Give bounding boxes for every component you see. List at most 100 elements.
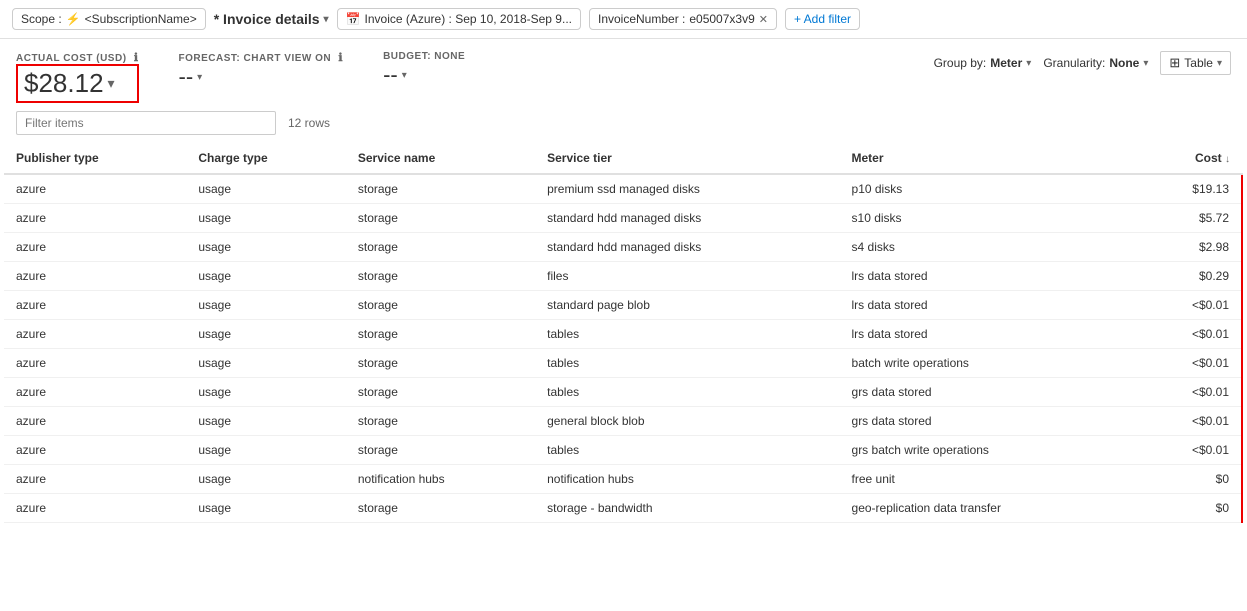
chevron-down-icon: ▾ [197, 72, 202, 83]
table-row: azureusagestoragepremium ssd managed dis… [4, 174, 1242, 204]
budget-label: BUDGET: NONE [383, 51, 465, 62]
forecast-label: FORECAST: CHART VIEW ON ℹ [179, 51, 344, 64]
table-cell: storage [346, 204, 535, 233]
table-cell: usage [186, 204, 346, 233]
chevron-down-icon: ▾ [324, 14, 329, 25]
forecast-value[interactable]: -- ▾ [179, 64, 344, 90]
table-cell: notification hubs [535, 465, 839, 494]
close-icon[interactable]: ✕ [759, 13, 768, 26]
scope-pill[interactable]: Scope : ⚡ <SubscriptionName> [12, 8, 206, 30]
table-view-button[interactable]: ⊞ Table ▾ [1160, 51, 1231, 75]
table-cell: grs data stored [840, 378, 1136, 407]
chevron-down-icon: ▾ [1143, 58, 1148, 69]
col-meter[interactable]: Meter [840, 143, 1136, 174]
table-cell: storage [346, 174, 535, 204]
table-row: azureusagestoragetablesbatch write opera… [4, 349, 1242, 378]
table-row: azureusagestoragetableslrs data stored<$… [4, 320, 1242, 349]
cost-cell: $0.29 [1136, 262, 1242, 291]
table-cell: standard page blob [535, 291, 839, 320]
table-cell: standard hdd managed disks [535, 204, 839, 233]
table-row: azureusagestoragestandard hdd managed di… [4, 233, 1242, 262]
table-row: azureusagestoragetablesgrs batch write o… [4, 436, 1242, 465]
table-cell: azure [4, 204, 186, 233]
table-cell: storage [346, 262, 535, 291]
rows-count: 12 rows [288, 116, 330, 130]
scope-icon: ⚡ [66, 12, 81, 26]
col-publisher-type[interactable]: Publisher type [4, 143, 186, 174]
data-table-container: Publisher type Charge type Service name … [0, 143, 1247, 523]
info-icon: ℹ [134, 52, 139, 64]
col-charge-type[interactable]: Charge type [186, 143, 346, 174]
budget-value[interactable]: -- ▾ [383, 62, 465, 88]
table-cell: usage [186, 291, 346, 320]
info-icon: ℹ [338, 52, 343, 64]
invoice-details-title[interactable]: * Invoice details ▾ [214, 11, 329, 27]
table-cell: s4 disks [840, 233, 1136, 262]
table-cell: storage [346, 407, 535, 436]
table-cell: usage [186, 465, 346, 494]
table-row: azureusagenotification hubsnotification … [4, 465, 1242, 494]
cost-cell: <$0.01 [1136, 436, 1242, 465]
table-cell: s10 disks [840, 204, 1136, 233]
cost-cell: <$0.01 [1136, 320, 1242, 349]
actual-cost-value[interactable]: $28.12 ▾ [16, 64, 139, 103]
scope-value: <SubscriptionName> [85, 12, 197, 26]
table-cell: lrs data stored [840, 291, 1136, 320]
table-cell: storage [346, 320, 535, 349]
table-cell: azure [4, 378, 186, 407]
table-cell: storage - bandwidth [535, 494, 839, 523]
view-controls: Group by: Meter ▾ Granularity: None ▾ ⊞ … [934, 51, 1231, 75]
group-by-control[interactable]: Group by: Meter ▾ [934, 56, 1032, 70]
table-header-row: Publisher type Charge type Service name … [4, 143, 1242, 174]
table-cell: storage [346, 378, 535, 407]
table-cell: usage [186, 378, 346, 407]
forecast-metric: FORECAST: CHART VIEW ON ℹ -- ▾ [179, 51, 344, 90]
table-cell: usage [186, 349, 346, 378]
filter-input[interactable] [16, 111, 276, 135]
table-cell: azure [4, 233, 186, 262]
table-row: azureusagestoragefileslrs data stored$0.… [4, 262, 1242, 291]
table-cell: tables [535, 436, 839, 465]
table-cell: azure [4, 174, 186, 204]
cost-cell: <$0.01 [1136, 349, 1242, 378]
table-cell: azure [4, 320, 186, 349]
granularity-control[interactable]: Granularity: None ▾ [1043, 56, 1148, 70]
table-row: azureusagestoragegeneral block blobgrs d… [4, 407, 1242, 436]
table-cell: azure [4, 291, 186, 320]
table-cell: azure [4, 494, 186, 523]
table-cell: tables [535, 349, 839, 378]
calendar-icon: 📅 [346, 12, 361, 26]
table-cell: premium ssd managed disks [535, 174, 839, 204]
table-cell: usage [186, 174, 346, 204]
col-service-name[interactable]: Service name [346, 143, 535, 174]
chevron-down-icon: ▾ [1026, 58, 1031, 69]
table-cell: lrs data stored [840, 320, 1136, 349]
table-cell: notification hubs [346, 465, 535, 494]
table-cell: usage [186, 436, 346, 465]
table-cell: files [535, 262, 839, 291]
chevron-down-icon: ▾ [1217, 58, 1222, 69]
top-bar: Scope : ⚡ <SubscriptionName> * Invoice d… [0, 0, 1247, 39]
col-cost[interactable]: Cost ↓ [1136, 143, 1242, 174]
table-cell: geo-replication data transfer [840, 494, 1136, 523]
table-row: azureusagestoragestandard hdd managed di… [4, 204, 1242, 233]
table-cell: azure [4, 465, 186, 494]
add-filter-button[interactable]: + Add filter [785, 8, 860, 30]
cost-cell: $0 [1136, 494, 1242, 523]
filter-bar: 12 rows [0, 107, 1247, 143]
invoice-date-filter[interactable]: 📅 Invoice (Azure) : Sep 10, 2018-Sep 9..… [337, 8, 581, 30]
table-cell: storage [346, 291, 535, 320]
table-cell: storage [346, 233, 535, 262]
table-cell: p10 disks [840, 174, 1136, 204]
table-cell: azure [4, 407, 186, 436]
cost-cell: $0 [1136, 465, 1242, 494]
cost-cell: <$0.01 [1136, 291, 1242, 320]
invoice-number-filter[interactable]: InvoiceNumber : e05007x3v9 ✕ [589, 8, 777, 30]
table-cell: usage [186, 233, 346, 262]
cost-cell: $5.72 [1136, 204, 1242, 233]
table-cell: grs data stored [840, 407, 1136, 436]
col-service-tier[interactable]: Service tier [535, 143, 839, 174]
table-row: azureusagestoragestandard page bloblrs d… [4, 291, 1242, 320]
table-cell: usage [186, 320, 346, 349]
table-cell: usage [186, 494, 346, 523]
